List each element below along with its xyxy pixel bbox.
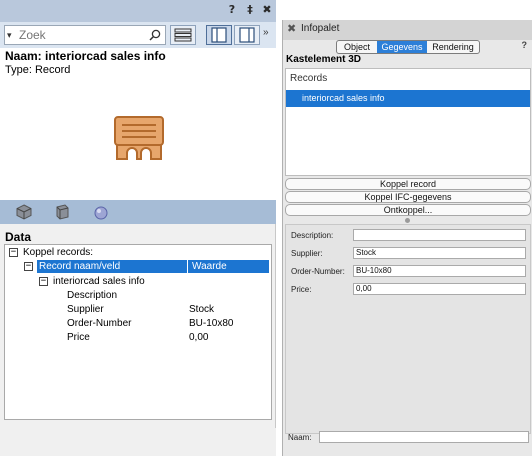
record-name-label: interiorcad sales info <box>53 276 145 287</box>
naam-field[interactable] <box>319 431 529 443</box>
close-icon[interactable]: ✖ <box>260 3 274 17</box>
tab-object[interactable]: Object <box>337 41 377 53</box>
field-name: Supplier <box>67 304 104 315</box>
column-divider <box>187 260 188 273</box>
column-header-record: Record naam/veld <box>39 261 121 272</box>
list-view-icon <box>174 28 192 42</box>
field-value: Stock <box>189 304 215 315</box>
search-row: ▾ <box>0 22 276 48</box>
split-right-icon <box>239 27 255 43</box>
koppel-record-button[interactable]: Koppel record <box>285 178 531 190</box>
collapse-toggle-icon[interactable]: − <box>9 248 18 257</box>
supplier-field[interactable]: Stock <box>353 247 526 259</box>
list-view-button[interactable] <box>170 25 196 45</box>
field-name: Description <box>67 290 118 301</box>
field-value: BU-10x80 <box>189 318 234 329</box>
records-label: Records <box>290 73 328 84</box>
field-name: Price <box>67 332 90 343</box>
field-label-supplier: Supplier: <box>291 249 323 258</box>
tree-row-field[interactable]: Price 0,00 <box>67 331 267 344</box>
naam-label: Naam: <box>288 433 312 442</box>
collapse-toggle-icon[interactable]: − <box>24 262 33 271</box>
split-left-icon <box>211 27 227 43</box>
tab-gegevens[interactable]: Gegevens <box>377 41 427 53</box>
info-palette-titlebar: ✖ Infopalet <box>283 20 532 40</box>
tab-rendering[interactable]: Rendering <box>427 41 479 53</box>
info-palette-title: Infopalet <box>301 23 340 34</box>
render-sphere-icon[interactable] <box>92 203 110 221</box>
records-list: Records interiorcad sales info <box>285 68 531 176</box>
resource-type: Type: Record <box>5 64 71 76</box>
field-name: Order-Number <box>67 318 132 329</box>
tree-row-field[interactable]: Supplier Stock <box>67 303 267 316</box>
tree-row-field[interactable]: Order-Number BU-10x80 <box>67 317 267 330</box>
cube-view-icon[interactable] <box>15 203 33 221</box>
ontkoppel-button[interactable]: Ontkoppel... <box>285 204 531 216</box>
more-chevron-icon[interactable]: » <box>263 27 269 38</box>
tree-header-row[interactable]: Record naam/veld Waarde <box>37 260 269 273</box>
info-palette-tabs: Object Gegevens Rendering <box>336 40 480 54</box>
column-header-value: Waarde <box>192 261 227 272</box>
search-dropdown-icon[interactable]: ▾ <box>7 26 17 44</box>
resource-manager-panel: ? ‡ ✖ ▾ Zoek » Naam: interiorcad sales i… <box>0 0 276 456</box>
data-title: Data <box>5 230 32 244</box>
box-view-icon[interactable] <box>53 203 71 221</box>
left-footer <box>0 428 276 456</box>
split-left-view-button[interactable] <box>206 25 232 45</box>
record-fields: Description: Supplier: Stock Order-Numbe… <box>285 224 531 434</box>
field-label-description: Description: <box>291 231 334 240</box>
pin-icon[interactable]: ‡ <box>243 3 257 17</box>
field-label-order-number: Order-Number: <box>291 267 345 276</box>
data-tree: − Koppel records: − Record naam/veld Waa… <box>4 244 272 420</box>
close-icon[interactable]: ✖ <box>287 22 296 35</box>
resource-name: Naam: interiorcad sales info <box>5 49 166 63</box>
split-right-view-button[interactable] <box>234 25 260 45</box>
tree-root-label: Koppel records: <box>23 247 94 258</box>
left-titlebar: ? ‡ ✖ <box>0 0 276 22</box>
order-number-field[interactable]: BU-10x80 <box>353 265 526 277</box>
koppel-ifc-button[interactable]: Koppel IFC-gegevens <box>285 191 531 203</box>
field-value: 0,00 <box>189 332 209 343</box>
data-section: Data − Koppel records: − Record naam/vel… <box>0 226 276 426</box>
description-field[interactable] <box>353 229 526 241</box>
field-label-price: Price: <box>291 285 312 294</box>
collapse-toggle-icon[interactable]: − <box>39 277 48 286</box>
search-icon[interactable] <box>149 29 161 41</box>
price-field[interactable]: 0,00 <box>353 283 526 295</box>
splitter-handle[interactable] <box>405 218 410 223</box>
search-input[interactable] <box>19 27 147 43</box>
element-title: Kastelement 3D <box>286 54 362 65</box>
tree-row-field[interactable]: Description <box>67 289 267 302</box>
record-format-icon <box>114 116 164 160</box>
help-icon[interactable]: ? <box>225 3 239 17</box>
info-palette-panel: ✖ Infopalet ? Object Gegevens Rendering … <box>282 20 532 456</box>
search-box: ▾ <box>4 25 166 45</box>
help-icon[interactable]: ? <box>522 40 528 50</box>
preview-toolbar <box>0 200 276 224</box>
resource-info-area: Naam: interiorcad sales info Type: Recor… <box>0 48 276 200</box>
records-list-item[interactable]: interiorcad sales info <box>286 90 530 107</box>
